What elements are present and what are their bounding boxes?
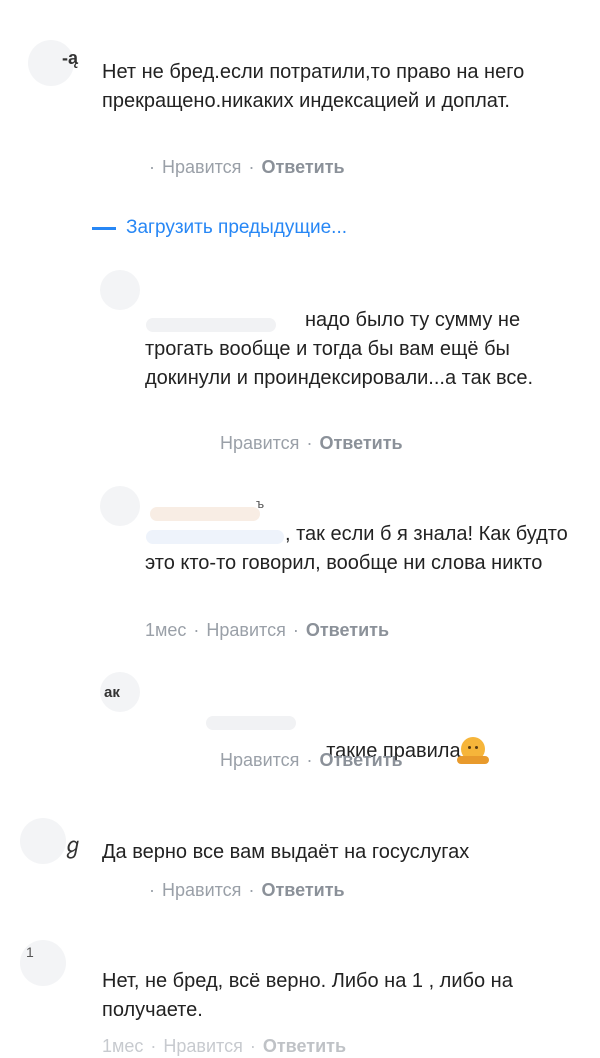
like-button[interactable]: Нравится	[220, 433, 299, 453]
reply-button[interactable]: Ответить	[306, 620, 389, 640]
author-name-fragment: ъ	[256, 496, 265, 511]
separator: ·	[306, 750, 313, 770]
reply-button[interactable]: Ответить	[319, 750, 402, 770]
separator: ·	[249, 1036, 256, 1056]
like-button[interactable]: Нравится	[162, 157, 241, 177]
timestamp: 1мес	[102, 1036, 144, 1056]
comment-text: Да верно все вам выдаёт на госуслугах	[102, 841, 470, 863]
avatar[interactable]	[100, 486, 140, 526]
separator: ·	[150, 1036, 157, 1056]
author-name[interactable]	[150, 507, 260, 521]
comment-meta: Нравится · Ответить	[200, 750, 403, 771]
reply-button[interactable]: Ответить	[263, 1036, 346, 1056]
like-button[interactable]: Нравится	[163, 1036, 242, 1056]
person-shrugging-emoji	[456, 737, 489, 764]
separator: ·	[292, 620, 299, 640]
separator: ·	[248, 157, 255, 177]
reply-button[interactable]: Ответить	[261, 880, 344, 900]
comment-text: Нет, не бред, всё верно. Либо на 1 , либ…	[102, 970, 519, 1021]
reply-button[interactable]: Ответить	[319, 433, 402, 453]
comment-meta: 1мес · Нравится · Ответить	[102, 1036, 346, 1057]
comment-text: , так если б я знала! Как будто это кто-…	[145, 523, 574, 574]
avatar[interactable]	[100, 270, 140, 310]
like-button[interactable]: Нравится	[206, 620, 285, 640]
load-previous-label: Загрузить предыдущие...	[126, 217, 348, 238]
author-name[interactable]: ак	[104, 684, 120, 701]
comment-meta: Нравится · Ответить	[200, 433, 403, 454]
separator: ·	[149, 157, 155, 177]
separator: ·	[193, 620, 200, 640]
author-name[interactable]: -ą	[62, 48, 78, 69]
avatar[interactable]	[20, 818, 66, 864]
load-previous-button[interactable]: Загрузить предыдущие...	[92, 214, 347, 242]
comment-text: Нет не бред.если потратили,то право на н…	[102, 61, 530, 112]
timestamp: 1мес	[145, 620, 187, 640]
author-name[interactable]: 1	[26, 944, 34, 960]
comment-meta: 1мес · Нравится · Ответить	[145, 620, 389, 641]
like-button[interactable]: Нравится	[162, 880, 241, 900]
mention-blur[interactable]	[206, 716, 296, 730]
comment-meta: · Нравится · Ответить	[142, 880, 345, 901]
dash-icon	[92, 226, 116, 230]
comment-text: надо было ту сумму не трогать вообще и т…	[145, 309, 534, 389]
separator: ·	[248, 880, 255, 900]
reply-button[interactable]: Ответить	[261, 157, 344, 177]
comment-meta: · Нравится · Ответить	[142, 157, 345, 178]
separator: ·	[149, 880, 155, 900]
like-button[interactable]: Нравится	[220, 750, 299, 770]
author-icon[interactable]: ℊ	[62, 828, 84, 860]
separator: ·	[306, 433, 313, 453]
